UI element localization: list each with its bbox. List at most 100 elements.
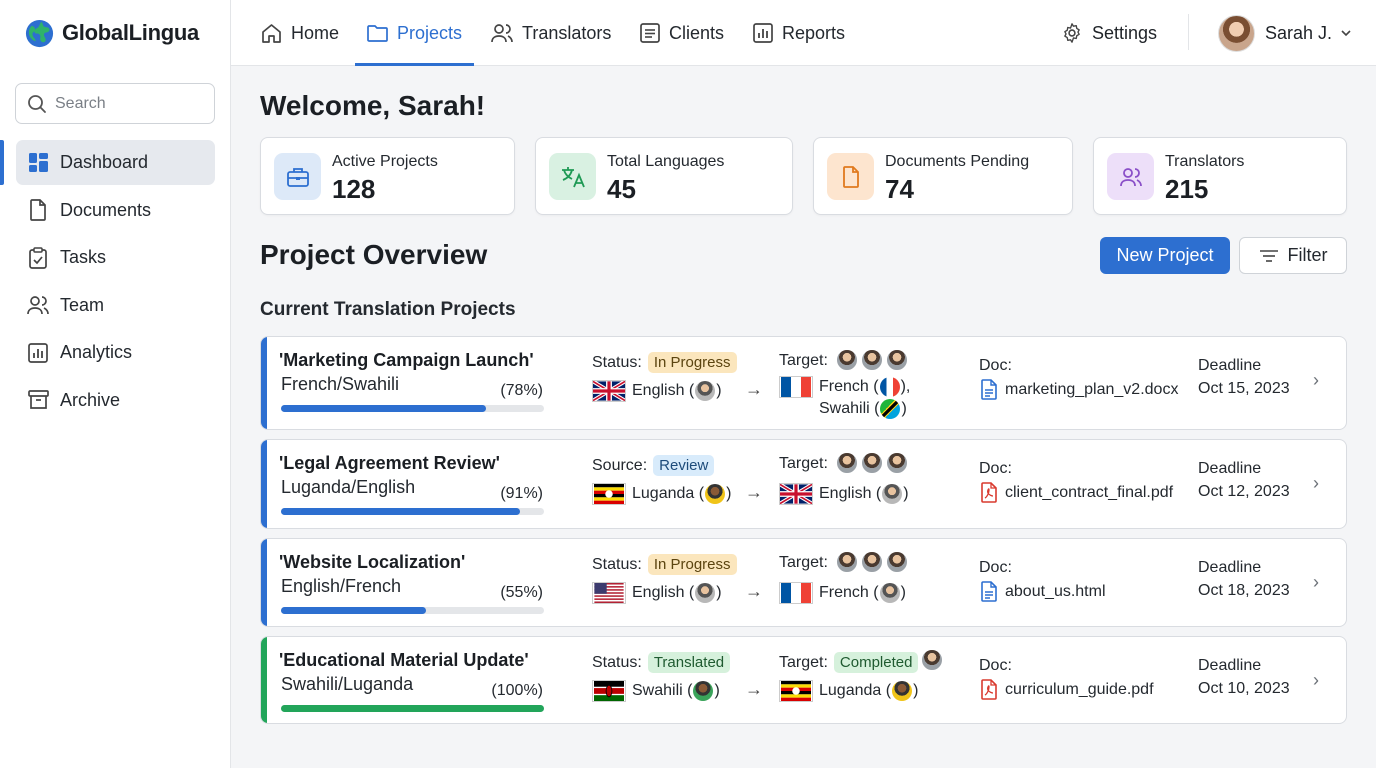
- avatar: [1218, 14, 1255, 52]
- clipboard-check-icon: [27, 246, 49, 269]
- target-text: French (: [819, 378, 879, 395]
- target-avatar: [860, 550, 884, 574]
- welcome-heading: Welcome, Sarah!: [260, 90, 486, 121]
- sidebar-item-team[interactable]: Team: [16, 283, 215, 328]
- status-badge: In Progress: [647, 352, 737, 373]
- project-percent: (100%): [491, 682, 543, 699]
- project-card-legal[interactable]: 'Legal Agreement Review' Luganda/English…: [260, 439, 1347, 529]
- status-field: Status: In Progress: [592, 352, 737, 373]
- source-field: Source: Review: [592, 455, 715, 476]
- source-text: Swahili (: [632, 682, 693, 699]
- translate-icon: [549, 153, 596, 200]
- progress-fill: [281, 705, 544, 712]
- project-card-educational[interactable]: 'Educational Material Update' Swahili/Lu…: [260, 636, 1347, 724]
- translator-avatar: [892, 681, 913, 701]
- target-languages: French (), Swahili (): [779, 376, 910, 419]
- project-card-marketing[interactable]: 'Marketing Campaign Launch' French/Swahi…: [260, 336, 1347, 430]
- kenya-flag-icon: [592, 680, 626, 702]
- completed-badge: Completed: [833, 652, 919, 673]
- user-menu[interactable]: Sarah J.: [1218, 0, 1353, 66]
- source-language: English (): [592, 380, 722, 402]
- target-tail: ): [900, 584, 906, 601]
- deadline-label: Deadline: [1198, 357, 1262, 374]
- users-icon: [491, 23, 513, 43]
- chevron-right-icon[interactable]: ›: [1313, 572, 1319, 593]
- tab-label: Projects: [397, 22, 463, 43]
- translator-avatar: [879, 583, 900, 603]
- sidebar-item-label: Analytics: [60, 342, 133, 362]
- project-languages: Swahili/Luganda: [281, 674, 414, 694]
- uganda-flag-icon: [779, 680, 813, 702]
- translator-avatar: [693, 681, 714, 701]
- stat-card-translators[interactable]: Translators 215: [1093, 137, 1347, 215]
- source-text: English (: [632, 382, 695, 399]
- translator-avatar: [695, 381, 716, 401]
- project-languages: English/French: [281, 576, 402, 596]
- target-avatar: [885, 550, 909, 574]
- sidebar-item-dashboard[interactable]: Dashboard: [0, 140, 215, 185]
- pdf-icon: [981, 679, 997, 700]
- uk-flag-icon: [779, 483, 813, 505]
- tab-projects[interactable]: Projects: [354, 0, 475, 66]
- search-box[interactable]: [15, 83, 215, 124]
- doc-link[interactable]: client_contract_final.pdf: [980, 482, 1173, 503]
- chevron-right-icon[interactable]: ›: [1313, 370, 1319, 391]
- doc-link[interactable]: marketing_plan_v2.docx: [980, 379, 1178, 400]
- target-avatar: [885, 348, 909, 372]
- target-label: Target:: [779, 455, 828, 472]
- doc-name: curriculum_guide.pdf: [1005, 680, 1154, 698]
- doc-link[interactable]: curriculum_guide.pdf: [980, 679, 1154, 700]
- arrow-right-icon: →: [745, 581, 763, 601]
- document-pending-icon: [827, 153, 874, 200]
- project-name: 'Educational Material Update': [279, 650, 529, 670]
- card-accent-bar: [261, 637, 267, 723]
- chevron-right-icon[interactable]: ›: [1313, 670, 1319, 691]
- translator-avatar: [882, 484, 903, 504]
- tab-home[interactable]: Home: [261, 0, 339, 66]
- sidebar-item-label: Archive: [60, 389, 121, 410]
- briefcase-icon: [274, 153, 321, 200]
- france-mini-flag-icon: [879, 377, 900, 397]
- translators-icon: [1107, 153, 1154, 200]
- document-icon: [27, 199, 49, 221]
- subsection-title: Current Translation Projects: [260, 299, 516, 320]
- progress-bar: [281, 405, 544, 412]
- target-tail: ),: [900, 378, 911, 395]
- sidebar-item-label: Dashboard: [60, 152, 149, 172]
- tab-reports[interactable]: Reports: [753, 0, 845, 66]
- search-input[interactable]: [55, 94, 205, 113]
- france-flag-icon: [779, 376, 813, 398]
- sidebar-item-documents[interactable]: Documents: [16, 188, 215, 233]
- sidebar-item-tasks[interactable]: Tasks: [16, 235, 215, 280]
- tab-clients[interactable]: Clients: [640, 0, 724, 66]
- filter-button[interactable]: Filter: [1239, 237, 1347, 274]
- settings-button[interactable]: Settings: [1061, 0, 1157, 66]
- arrow-right-icon: →: [745, 482, 763, 502]
- sidebar-item-label: Documents: [60, 199, 152, 220]
- doc-link[interactable]: about_us.html: [980, 581, 1106, 602]
- pdf-icon: [981, 482, 997, 503]
- stat-card-total-languages[interactable]: Total Languages 45: [535, 137, 793, 215]
- target-avatar: [835, 348, 859, 372]
- target-language: French (): [779, 582, 906, 604]
- brand[interactable]: GlobalLingua: [24, 16, 199, 50]
- project-percent: (91%): [500, 485, 543, 502]
- stat-card-documents-pending[interactable]: Documents Pending 74: [813, 137, 1073, 215]
- sidebar-item-archive[interactable]: Archive: [16, 378, 215, 423]
- progress-bar: [281, 705, 544, 712]
- topbar-divider: [1188, 14, 1189, 50]
- home-icon: [261, 23, 282, 43]
- doc-label: Doc:: [979, 657, 1012, 674]
- settings-label: Settings: [1092, 22, 1158, 43]
- sidebar-item-analytics[interactable]: Analytics: [16, 330, 215, 375]
- project-card-website[interactable]: 'Website Localization' English/French (5…: [260, 538, 1347, 627]
- chevron-right-icon[interactable]: ›: [1313, 473, 1319, 494]
- tab-translators[interactable]: Translators: [491, 0, 611, 66]
- stat-card-active-projects[interactable]: Active Projects 128: [260, 137, 515, 215]
- deadline-label: Deadline: [1198, 460, 1262, 477]
- new-project-button[interactable]: New Project: [1100, 237, 1230, 274]
- doc-label: Doc:: [979, 357, 1012, 374]
- doc-label: Doc:: [979, 559, 1012, 576]
- filter-icon: [1259, 249, 1278, 262]
- stat-value: 74: [885, 174, 914, 204]
